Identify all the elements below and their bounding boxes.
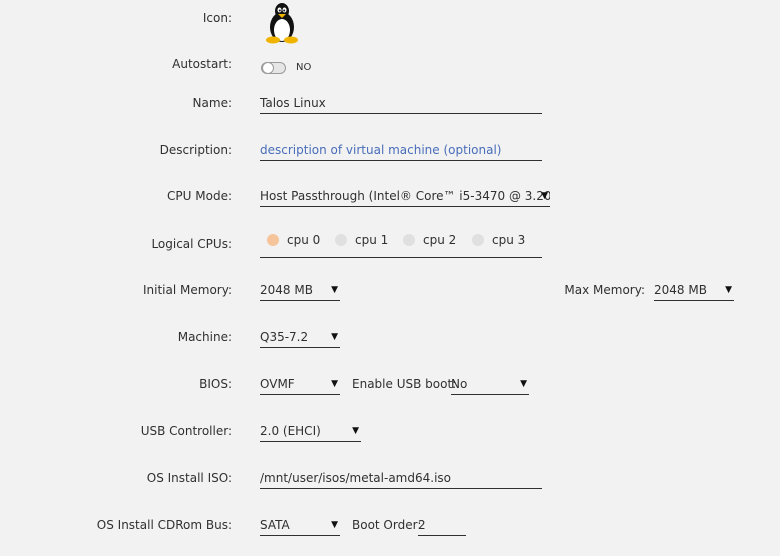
name-input[interactable]: Talos Linux — [260, 92, 542, 114]
description-label: Description: — [159, 143, 232, 157]
cpu-checkbox-3[interactable]: cpu 3 — [472, 233, 525, 247]
cpu-checkbox-2[interactable]: cpu 2 — [403, 233, 456, 247]
chevron-down-icon: ▼ — [520, 379, 527, 389]
icon-label: Icon: — [202, 11, 232, 25]
chevron-down-icon: ▼ — [331, 520, 338, 530]
usb-boot-select[interactable]: No ▼ — [451, 373, 529, 395]
usb-boot-label: Enable USB boot: — [352, 377, 457, 391]
usb-controller-label: USB Controller: — [140, 424, 232, 438]
name-label: Name: — [192, 96, 232, 110]
usb-controller-select[interactable]: 2.0 (EHCI) ▼ — [260, 420, 361, 442]
chevron-down-icon: ▼ — [331, 379, 338, 389]
initial-memory-select[interactable]: 2048 MB ▼ — [260, 279, 340, 301]
logical-cpus-label: Logical CPUs: — [151, 237, 232, 251]
os-iso-label: OS Install ISO: — [146, 471, 232, 485]
chevron-down-icon: ▼ — [352, 426, 359, 436]
autostart-state: NO — [296, 62, 312, 73]
bios-select[interactable]: OVMF ▼ — [260, 373, 340, 395]
logical-cpus-group: cpu 0 cpu 1 cpu 2 cpu 3 — [260, 230, 542, 258]
autostart-label: Autostart: — [172, 57, 232, 71]
max-memory-select[interactable]: 2048 MB ▼ — [654, 279, 734, 301]
bios-label: BIOS: — [199, 377, 232, 391]
description-input[interactable]: description of virtual machine (optional… — [260, 139, 542, 161]
machine-select[interactable]: Q35-7.2 ▼ — [260, 326, 340, 348]
boot-order-label: Boot Order: — [352, 518, 422, 532]
cpu-mode-select[interactable]: Host Passthrough (Intel® Core™ i5-3470 @… — [260, 185, 550, 207]
chevron-down-icon: ▼ — [331, 285, 338, 295]
machine-label: Machine: — [177, 330, 232, 344]
cpu-checkbox-1[interactable]: cpu 1 — [335, 233, 388, 247]
chevron-down-icon: ▼ — [331, 332, 338, 342]
cdrom-bus-label: OS Install CDRom Bus: — [96, 518, 232, 532]
chevron-down-icon: ▼ — [725, 285, 732, 295]
initial-memory-label: Initial Memory: — [143, 283, 232, 297]
cpu-checkbox-0[interactable]: cpu 0 — [267, 233, 320, 247]
os-iso-input[interactable]: /mnt/user/isos/metal-amd64.iso — [260, 467, 542, 489]
autostart-toggle[interactable] — [261, 62, 286, 74]
max-memory-label: Max Memory: — [564, 283, 645, 297]
chevron-down-icon: ▼ — [541, 191, 548, 201]
linux-penguin-icon[interactable] — [262, 2, 302, 45]
boot-order-input[interactable]: 2 — [418, 514, 466, 536]
cdrom-bus-select[interactable]: SATA ▼ — [260, 514, 340, 536]
cpu-mode-label: CPU Mode: — [167, 189, 232, 203]
